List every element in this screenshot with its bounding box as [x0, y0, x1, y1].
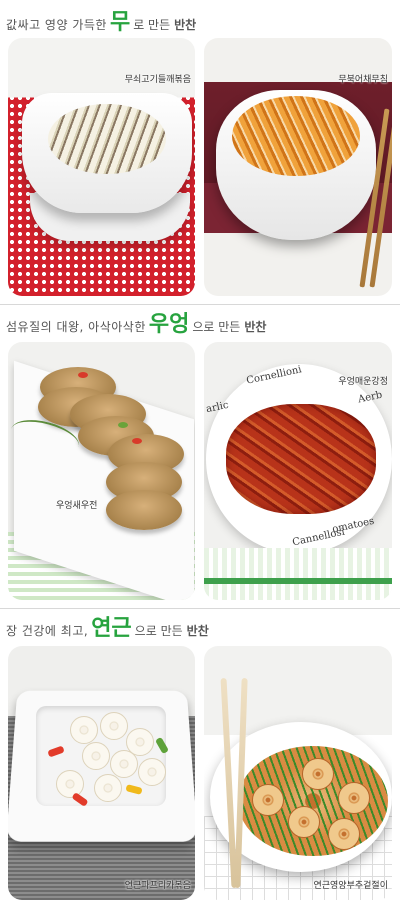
lotus-slice	[252, 784, 284, 816]
lotus-slice	[70, 716, 98, 744]
title-suffix: 반찬	[186, 624, 209, 638]
lotus-slice	[110, 750, 138, 778]
dish-caption: 우엉새우전	[56, 501, 98, 511]
title-prefix: 섬유질의 대왕, 아삭아삭한	[6, 320, 146, 334]
lotus-slice	[94, 774, 122, 802]
lotus-slice	[338, 782, 370, 814]
title-middle: 로 만든	[133, 18, 171, 32]
section-divider	[0, 608, 400, 609]
title-middle: 으로 만든	[192, 320, 241, 334]
lotus-slice	[82, 742, 110, 770]
dish-photo-burdock-gangjeong: Cornellioni arlic omatoes Cannellosi Aer…	[204, 342, 392, 600]
title-prefix: 장 건강에 최고,	[6, 624, 89, 638]
dish-food	[226, 404, 376, 514]
title-prefix: 값싸고 영양 가득한	[6, 18, 107, 32]
pepper-topping	[132, 438, 142, 444]
lotus-slice	[328, 818, 360, 850]
dish-photo-radish-pollack: 무북어채무침	[204, 38, 392, 296]
title-suffix: 반찬	[174, 18, 197, 32]
section-divider	[0, 304, 400, 305]
dish-food	[232, 96, 360, 176]
section-title: 값싸고 영양 가득한 무 로 만든 반찬	[6, 4, 196, 38]
title-keyword: 연근	[91, 616, 132, 641]
title-suffix: 반찬	[244, 320, 267, 334]
dish-caption: 무쇠고기들깨볶음	[124, 75, 191, 85]
pancake	[106, 490, 182, 530]
dish-caption: 우엉매운강정	[338, 377, 388, 387]
dish-photo-radish-beef: 무쇠고기들깨볶음	[8, 38, 195, 296]
pepper-topping	[78, 372, 88, 378]
pepper-topping	[118, 422, 128, 428]
title-keyword: 우엉	[148, 312, 190, 337]
napkin-stripe	[204, 578, 392, 584]
lotus-slice	[288, 806, 320, 838]
napkin	[204, 548, 392, 600]
dish-photo-lotus-paprika: 연근파프리카볶음	[8, 646, 195, 900]
title-middle: 으로 만든	[134, 624, 183, 638]
dish-photo-burdock-shrimp-pancake: 우엉새우전	[8, 342, 195, 600]
lotus-slice	[302, 758, 334, 790]
dish-photo-lotus-chive: 연근영양부추겉절이	[204, 646, 392, 900]
dish-caption: 연근영양부추겉절이	[313, 881, 388, 891]
lotus-slice	[138, 758, 166, 786]
section-title: 섬유질의 대왕, 아삭아삭한 우엉 으로 만든 반찬	[6, 306, 266, 340]
lotus-slice	[56, 770, 84, 798]
title-keyword: 무	[109, 10, 131, 35]
dish-food	[48, 104, 166, 174]
section-title: 장 건강에 최고, 연근 으로 만든 반찬	[6, 610, 209, 644]
lotus-slice	[100, 712, 128, 740]
dish-caption: 무북어채무침	[338, 75, 388, 85]
dish-caption: 연근파프리카볶음	[124, 881, 191, 891]
